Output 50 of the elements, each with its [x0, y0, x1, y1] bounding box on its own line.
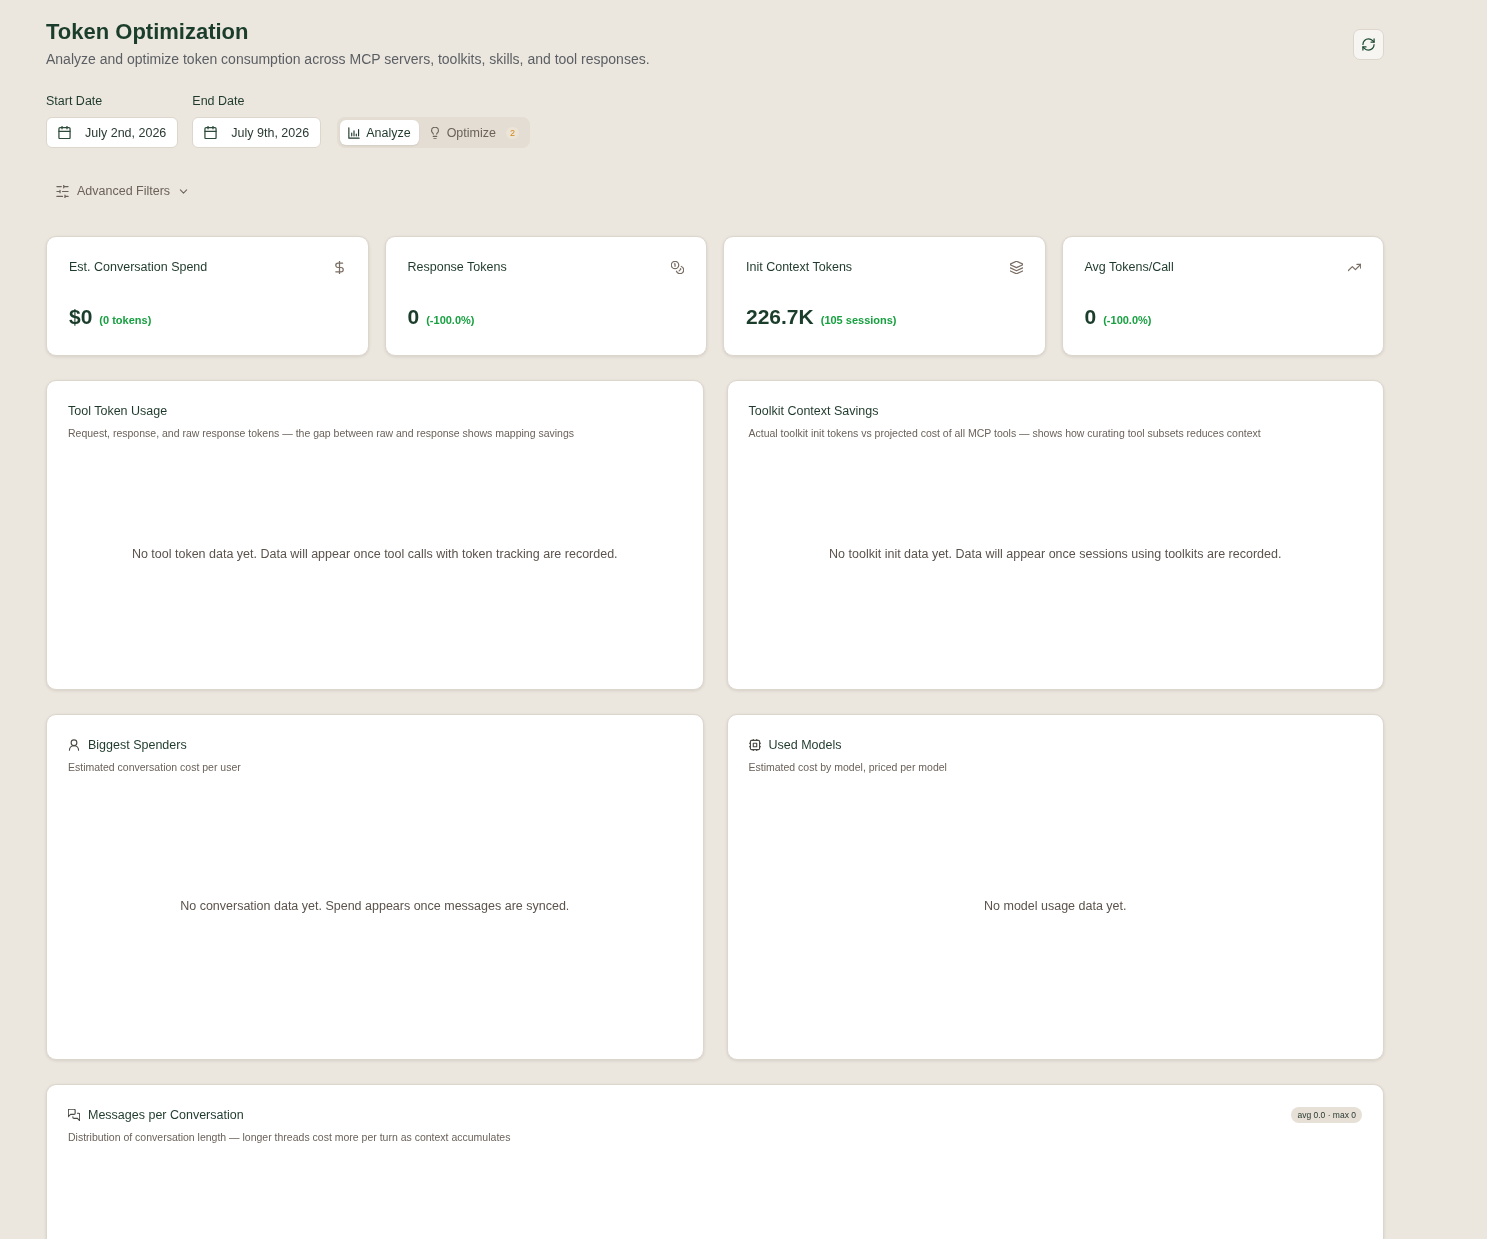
- card-title: Messages per Conversation: [88, 1107, 244, 1124]
- stat-change: (0 tokens): [99, 314, 152, 326]
- stat-change: (105 sessions): [820, 314, 897, 326]
- page-title: Token Optimization: [46, 18, 250, 46]
- card-subtitle: Distribution of conversation length — longer threads cost more per turn as context accumulates: [68, 1130, 512, 1144]
- bar-chart-icon: [348, 126, 361, 139]
- date-picker-button[interactable]: July 2nd, 2026: [46, 117, 179, 148]
- mode-tab[interactable]: Analyze: [340, 120, 419, 145]
- stat-value: 0: [1084, 304, 1097, 330]
- empty-state-message: No model usage data yet.: [984, 899, 1127, 913]
- stat-title: Init Context Tokens: [746, 259, 853, 276]
- layers-icon: [1009, 260, 1023, 274]
- page-subtitle: Analyze and optimize token consumption across MCP servers, toolkits, skills, and tool responses.: [46, 50, 650, 68]
- count-badge: 2: [505, 126, 519, 139]
- stats-badge: avg 0.0 · max 0: [1291, 1107, 1362, 1123]
- date-picker-button[interactable]: July 9th, 2026: [192, 117, 322, 148]
- field-label: End Date: [192, 93, 246, 109]
- stat-title: Est. Conversation Spend: [69, 259, 208, 276]
- stat-value: 226.7K: [746, 304, 814, 330]
- empty-state-message: No tool token data yet. Data will appear once tool calls with token tracking are recorded.: [131, 547, 618, 561]
- user-icon: [68, 739, 80, 751]
- coins-icon: [671, 260, 684, 274]
- card-title: Toolkit Context Savings: [748, 403, 879, 420]
- calendar-icon: [204, 126, 218, 139]
- advanced-filters-button[interactable]: Advanced Filters: [46, 177, 200, 205]
- sliders-icon: [56, 184, 69, 198]
- mode-tab[interactable]: Optimize 2: [420, 120, 527, 145]
- card-title: Tool Token Usage: [68, 403, 168, 420]
- stat-change: (-100.0%): [1103, 314, 1152, 326]
- stat-title: Avg Tokens/Call: [1084, 259, 1174, 276]
- stat-change: (-100.0%): [426, 314, 475, 326]
- stat-value: $0: [69, 304, 93, 330]
- stat-title: Response Tokens: [407, 259, 507, 276]
- chat-bubbles-icon: [68, 1109, 80, 1121]
- card-subtitle: Estimated cost by model, priced per model: [748, 760, 948, 774]
- card-subtitle: Request, response, and raw response tokens — the gap between raw and response shows mapping savings: [68, 426, 576, 440]
- calendar-icon: [58, 126, 71, 139]
- empty-state-message: No toolkit init data yet. Data will appear once sessions using toolkits are recorded.: [829, 547, 1282, 561]
- dollar-icon: [332, 260, 346, 274]
- card-title: Used Models: [768, 737, 842, 754]
- stat-value: 0: [407, 304, 420, 330]
- lightbulb-icon: [428, 126, 441, 139]
- empty-state-message: No conversation data yet. Spend appears once messages are synced.: [180, 899, 570, 913]
- card-subtitle: Actual toolkit init tokens vs projected cost of all MCP tools — shows how curating tool subsets reduces context: [748, 426, 1262, 440]
- field-label: Start Date: [46, 93, 104, 109]
- card-subtitle: Estimated conversation cost per user: [68, 760, 242, 774]
- refresh-button[interactable]: [1353, 29, 1384, 60]
- chip-icon: [748, 739, 761, 751]
- card-title: Biggest Spenders: [88, 737, 187, 754]
- refresh-icon: [1362, 38, 1375, 51]
